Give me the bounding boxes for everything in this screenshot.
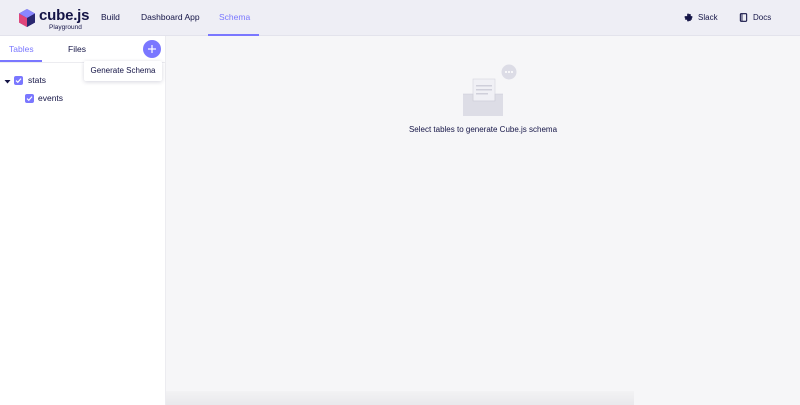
book-icon xyxy=(739,13,748,22)
empty-state-message: Select tables to generate Cube.js schema xyxy=(408,125,558,134)
tree-node-schema: stats xyxy=(4,74,64,88)
schema-sidebar: Tables Files stats events xyxy=(0,36,166,405)
schema-label: stats xyxy=(28,75,46,85)
nav-schema[interactable]: Schema xyxy=(219,0,250,36)
schema-checkbox[interactable] xyxy=(14,76,23,85)
plus-icon xyxy=(148,45,156,53)
top-header: cube.js Playground Build Dashboard App S… xyxy=(0,0,800,36)
slack-icon xyxy=(684,13,693,22)
check-icon xyxy=(26,96,33,102)
empty-inbox-icon xyxy=(463,64,517,116)
table-label: events xyxy=(38,93,64,103)
nav-dashboard-app[interactable]: Dashboard App xyxy=(141,0,200,36)
active-nav-indicator xyxy=(208,34,259,36)
nav-build[interactable]: Build xyxy=(101,0,120,36)
cube-logo-icon xyxy=(19,9,35,27)
brand-name: cube.js xyxy=(39,7,90,24)
docs-link[interactable]: Docs xyxy=(739,0,779,36)
table-checkbox[interactable] xyxy=(25,94,34,103)
docs-label: Docs xyxy=(753,13,772,22)
slack-link[interactable]: Slack xyxy=(684,0,724,36)
brand-logo[interactable]: cube.js Playground xyxy=(17,7,89,31)
generate-schema-tooltip: Generate Schema xyxy=(84,61,162,81)
generate-schema-button[interactable] xyxy=(143,40,161,58)
check-icon xyxy=(15,78,22,84)
tree-node-table: events xyxy=(25,92,85,106)
slack-label: Slack xyxy=(698,13,718,22)
caret-down-icon[interactable] xyxy=(4,78,11,85)
brand-subtitle: Playground xyxy=(49,24,82,31)
tab-tables[interactable]: Tables xyxy=(9,36,34,63)
bottom-scroll-area xyxy=(166,391,634,405)
tab-files[interactable]: Files xyxy=(68,36,86,63)
